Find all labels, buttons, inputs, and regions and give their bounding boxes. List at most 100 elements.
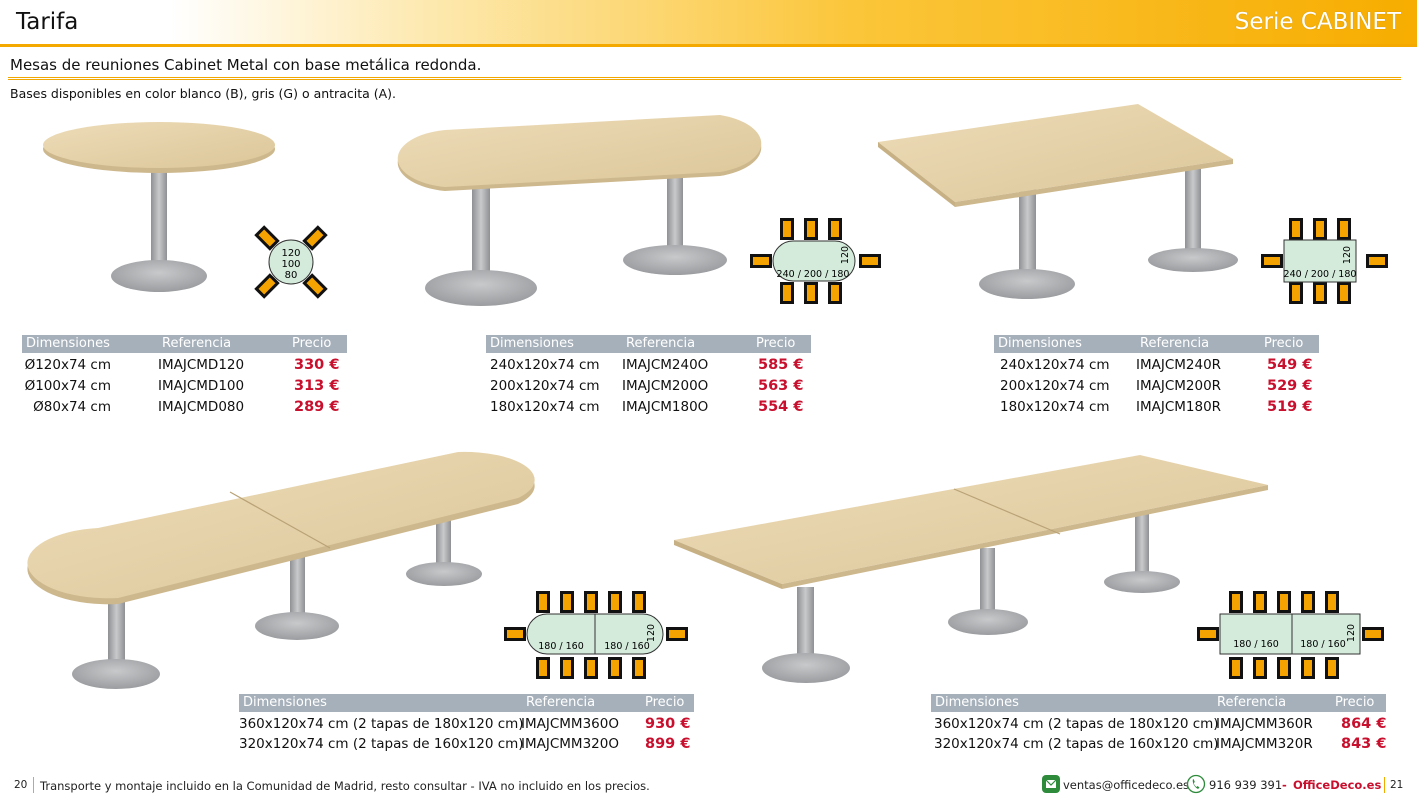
reference-cell: IMAJCM200R [1136,378,1222,394]
price-cell: 930 € [645,716,691,732]
big-oval-table-diagram: 180 / 160 180 / 160 120 [504,591,688,679]
table-row: 240x120x74 cm IMAJCM240R 549 € [994,357,1319,377]
dimensions-cell: 240x120x74 cm [490,357,600,373]
reference-cell: IMAJCM200O [622,378,709,394]
column-header-dimensions: Dimensiones [26,336,110,351]
reference-cell: IMAJCM180O [622,399,709,415]
footer-brand[interactable]: OfficeDeco.es [1293,778,1381,792]
reference-cell: IMAJCMM320O [521,736,619,752]
column-header-price: Precio [756,336,796,351]
diagram-label: 240 / 200 / 180 [777,269,850,280]
price-cell: 843 € [1341,736,1387,752]
column-header-dimensions: Dimensiones [998,336,1082,351]
dimensions-cell: 180x120x74 cm [490,399,600,415]
table-row: Ø80x74 cm IMAJCMD080 289 € [22,399,347,419]
table-row: Ø100x74 cm IMAJCMD100 313 € [22,378,347,398]
dimensions-cell: 240x120x74 cm [1000,357,1110,373]
footer-note: Transporte y montaje incluido en la Comu… [40,779,650,793]
table-row: 320x120x74 cm (2 tapas de 160x120 cm) IM… [931,736,1386,756]
diagram-label: 180 / 160 [604,641,650,652]
price-cell: 563 € [758,378,804,394]
price-cell: 899 € [645,736,691,752]
big-rect-table-image [674,455,1268,683]
diagram-label: 80 [285,270,298,281]
diagram-label: 180 / 160 [1233,639,1279,650]
header-divider [0,44,1417,47]
intro-heading: Mesas de reuniones Cabinet Metal con bas… [10,56,482,74]
column-header-dimensions: Dimensiones [935,695,1019,710]
dimensions-cell: 320x120x74 cm (2 tapas de 160x120 cm) [934,736,1219,752]
column-header-reference: Referencia [626,336,696,351]
dimensions-cell: 180x120x74 cm [1000,399,1110,415]
price-cell: 330 € [294,357,340,373]
column-header-dimensions: Dimensiones [490,336,574,351]
rect-table-image [878,104,1238,299]
series-title: Serie CABINET [1234,9,1401,35]
table-row: 360x120x74 cm (2 tapas de 180x120 cm) IM… [931,716,1386,736]
price-cell: 585 € [758,357,804,373]
big-rect-table-diagram: 180 / 160 180 / 160 120 [1197,591,1384,679]
bases-note: Bases disponibles en color blanco (B), g… [10,86,397,101]
column-header-reference: Referencia [526,695,596,710]
column-header-dimensions: Dimensiones [243,695,327,710]
price-cell: 529 € [1267,378,1313,394]
dimensions-cell: Ø80x74 cm [33,399,111,415]
column-header-reference: Referencia [1217,695,1287,710]
table-row: 200x120x74 cm IMAJCM200R 529 € [994,378,1319,398]
table-header-big-rect: Dimensiones Referencia Precio [931,694,1386,712]
price-cell: 313 € [294,378,340,394]
page-number-right: 21 [1390,779,1404,791]
reference-cell: IMAJCM180R [1136,399,1222,415]
page-number-left: 20 [14,779,28,791]
header-bar [0,0,1417,44]
diagram-label: 120 [281,248,300,259]
table-header-oval: Dimensiones Referencia Precio [486,335,811,353]
diagram-label: 180 / 160 [1300,639,1346,650]
table-row: 180x120x74 cm IMAJCM180R 519 € [994,399,1319,419]
reference-cell: IMAJCMD080 [158,399,245,415]
table-row: 180x120x74 cm IMAJCM180O 554 € [486,399,811,419]
footer-phone[interactable]: 916 939 391 [1209,778,1282,792]
footer-dash: - [1282,778,1287,792]
phone-icon [1186,774,1206,794]
diagram-label: 120 [840,246,851,264]
email-icon [1042,775,1060,793]
reference-cell: IMAJCMM360R [1216,716,1313,732]
reference-cell: IMAJCMD100 [158,378,245,394]
diagram-label: 120 [646,624,657,642]
table-row: 360x120x74 cm (2 tapas de 180x120 cm) IM… [239,716,694,736]
dimensions-cell: 320x120x74 cm (2 tapas de 160x120 cm) [239,736,524,752]
table-row: 320x120x74 cm (2 tapas de 160x120 cm) IM… [239,736,694,756]
dimensions-cell: 360x120x74 cm (2 tapas de 180x120 cm) [934,716,1219,732]
intro-rule [8,77,1401,80]
table-header-big-oval: Dimensiones Referencia Precio [239,694,694,712]
price-cell: 554 € [758,399,804,415]
price-cell: 864 € [1341,716,1387,732]
diagram-label: 120 [1346,624,1357,642]
price-cell: 289 € [294,399,340,415]
table-row: 240x120x74 cm IMAJCM240O 585 € [486,357,811,377]
table-header-rect: Dimensiones Referencia Precio [994,335,1319,353]
footer-separator [33,777,34,793]
oval-table-diagram: 240 / 200 / 180 120 [750,218,881,304]
oval-table-image [397,115,762,306]
dimensions-cell: 360x120x74 cm (2 tapas de 180x120 cm) [239,716,524,732]
column-header-price: Precio [645,695,685,710]
footer-separator [1384,777,1385,793]
big-oval-table-image [27,451,535,689]
reference-cell: IMAJCM240O [622,357,709,373]
table-row: 200x120x74 cm IMAJCM200O 563 € [486,378,811,398]
column-header-reference: Referencia [1140,336,1210,351]
column-header-reference: Referencia [162,336,232,351]
diagram-label: 180 / 160 [538,641,584,652]
table-header-round: Dimensiones Referencia Precio [22,335,347,353]
dimensions-cell: Ø120x74 cm [24,357,111,373]
price-cell: 549 € [1267,357,1313,373]
dimensions-cell: 200x120x74 cm [490,378,600,394]
page-title: Tarifa [16,9,79,35]
reference-cell: IMAJCM240R [1136,357,1222,373]
rect-table-diagram: 240 / 200 / 180 120 [1261,218,1388,304]
footer-email[interactable]: ventas@officedeco.es [1063,778,1189,792]
column-header-price: Precio [292,336,332,351]
round-table-diagram: 120 100 80 [254,225,328,299]
